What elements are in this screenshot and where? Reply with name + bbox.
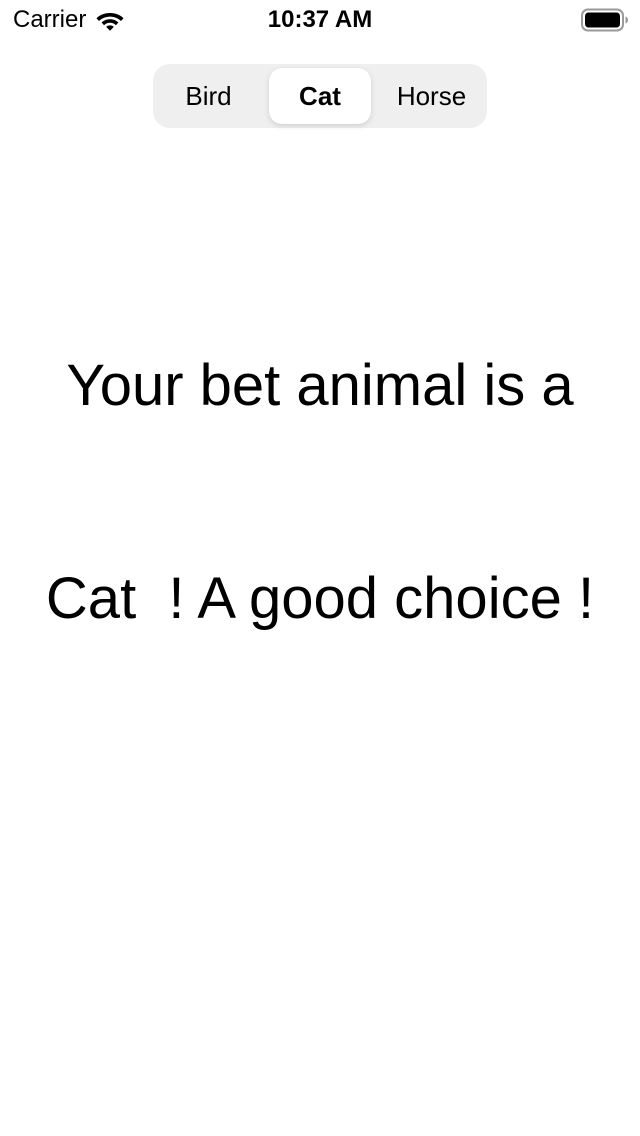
segment-bird[interactable]: Bird xyxy=(153,64,264,128)
bet-message-line-1: Your bet animal is a xyxy=(66,353,574,418)
segment-cat[interactable]: Cat xyxy=(269,68,371,124)
animal-segmented-control: Bird Cat Horse xyxy=(153,64,487,128)
bet-message-line-2: Cat ! A good choice ! xyxy=(45,566,595,631)
status-bar: Carrier 10:37 AM xyxy=(0,0,640,40)
segment-horse[interactable]: Horse xyxy=(376,64,487,128)
status-time: 10:37 AM xyxy=(267,6,373,33)
battery-icon xyxy=(581,8,628,32)
bet-message: Your bet animal is a Cat ! A good choice… xyxy=(20,208,620,705)
